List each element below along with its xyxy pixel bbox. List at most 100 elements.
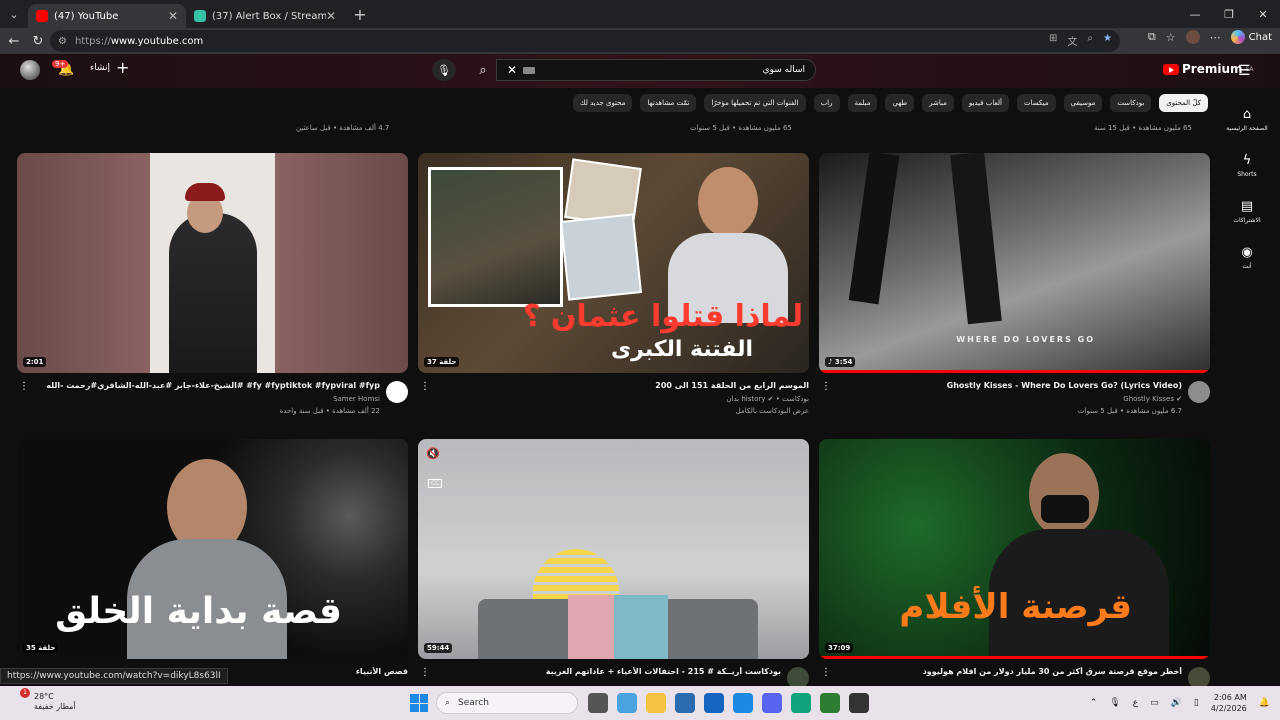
tab-search-icon[interactable]: ⌄: [0, 0, 28, 28]
chip-recently-uploaded[interactable]: الفنوات التي تم تحميلها مؤخرًا: [704, 94, 806, 112]
app-icon[interactable]: [820, 693, 840, 713]
weather-widget[interactable]: 28°C أمطار خفيفة: [34, 692, 76, 712]
video-card[interactable]: قرصنة الأفلام 37:09 ⋮ أخطر موقع قرصنة سر…: [819, 439, 1210, 686]
widgets-icon[interactable]: [617, 693, 637, 713]
sidebar-item-you[interactable]: ◉ أنت: [1222, 234, 1272, 280]
chip-all[interactable]: كلّ المحتوى: [1159, 94, 1208, 112]
profile-icon[interactable]: [1185, 30, 1200, 44]
outlook-icon[interactable]: [704, 693, 724, 713]
video-thumbnail[interactable]: 2:01: [17, 153, 408, 373]
more-actions-icon[interactable]: ⋮: [420, 667, 430, 678]
channel-avatar[interactable]: [1188, 667, 1210, 686]
chip-rap[interactable]: راب: [813, 94, 840, 112]
favorites-icon[interactable]: ☆: [1166, 31, 1176, 44]
video-title[interactable]: الموسم الرابع من الحلقة 151 الى 200: [469, 381, 809, 390]
video-title[interactable]: الشيخ-علاء-جابر #عبد-الله-الشافري#رحمت -…: [40, 381, 380, 390]
volume-icon[interactable]: 🔊: [1171, 698, 1182, 708]
task-view-icon[interactable]: [588, 693, 608, 713]
edge-icon[interactable]: [791, 693, 811, 713]
more-actions-icon[interactable]: ⋮: [821, 667, 831, 678]
reload-icon[interactable]: ↻: [26, 29, 50, 53]
video-preview[interactable]: 🔇 CC 59:44: [418, 439, 809, 659]
chip-7[interactable]: مبلمة: [847, 94, 878, 112]
muted-icon[interactable]: 🔇: [426, 447, 440, 460]
more-actions-icon[interactable]: ⋮: [19, 381, 29, 392]
close-tab-icon[interactable]: ✕: [326, 9, 336, 23]
close-window-icon[interactable]: ✕: [1246, 0, 1280, 28]
restore-icon[interactable]: ❐: [1212, 0, 1246, 28]
sidebar-item-home[interactable]: ⌂ الصفحة الرئيسية: [1222, 96, 1272, 142]
voice-search-mic-icon[interactable]: 🎙: [432, 59, 456, 81]
channel-avatar[interactable]: [1188, 381, 1210, 403]
video-title[interactable]: بودكاست أريــكة # 215 - احتفالات الأعياء…: [441, 667, 781, 676]
playlist-thumbnail[interactable]: قصة بداية الخلق 35 حلقة: [17, 439, 408, 659]
close-tab-icon[interactable]: ✕: [168, 9, 178, 23]
bookmark-star-icon[interactable]: ★: [1103, 33, 1112, 48]
install-app-icon[interactable]: ⊞: [1049, 33, 1057, 48]
account-avatar[interactable]: [20, 60, 40, 80]
chip-podcasts[interactable]: بودكاست: [1110, 94, 1152, 112]
video-card[interactable]: WHERE DO LOVERS GO ♪ 3:54 ⋮ Ghostly Kiss…: [819, 153, 1210, 417]
thumbnail-overlay-text: قصة بداية الخلق: [55, 591, 342, 632]
channel-avatar[interactable]: [386, 381, 408, 403]
channel-name[interactable]: بدان history ✔ • بودكاست: [726, 395, 809, 403]
video-title[interactable]: Ghostly Kisses - Where Do Lovers Go? (Ly…: [842, 381, 1182, 390]
taskbar-search[interactable]: ⌕ Search: [436, 692, 578, 714]
store-icon[interactable]: [675, 693, 695, 713]
url-field[interactable]: ⚙ https:// www.youtube.com ⊞ 文 ⌕ ★: [50, 30, 1120, 52]
show-hidden-icons[interactable]: ⌃: [1090, 698, 1098, 708]
language-indicator[interactable]: ع: [1133, 698, 1138, 708]
video-card[interactable]: لماذا قتلوا عثمان ؟ الفتنة الكبرى 37 حلق…: [418, 153, 809, 417]
app-icon[interactable]: [849, 693, 869, 713]
translate-icon[interactable]: 文: [1067, 33, 1077, 48]
microphone-icon[interactable]: 🎙: [1109, 698, 1120, 708]
copilot-chat-button[interactable]: Chat: [1230, 30, 1272, 44]
chip-watched[interactable]: تمّت مشاهدتها: [640, 94, 697, 112]
chip-cooking[interactable]: طهي: [885, 94, 915, 112]
video-card[interactable]: 2:01 ⋮ الشيخ-علاء-جابر #عبد-الله-الشافري…: [17, 153, 408, 417]
view-full-podcast-link[interactable]: عرض البودكاست بالكامل: [736, 407, 809, 415]
captions-icon[interactable]: CC: [428, 479, 443, 488]
create-button[interactable]: إنشاء +: [90, 60, 129, 76]
sidebar-item-shorts[interactable]: ϟ Shorts: [1222, 142, 1272, 188]
guide-menu-icon[interactable]: ☰: [1238, 63, 1251, 79]
chip-music[interactable]: موسيقى: [1063, 94, 1103, 112]
site-info-icon[interactable]: ⚙: [58, 36, 67, 47]
clear-search-icon[interactable]: ✕: [507, 63, 517, 77]
search-input[interactable]: ✕ اساله سوي: [496, 59, 816, 81]
new-tab-button[interactable]: +: [348, 2, 372, 26]
clock[interactable]: 2:06 AM 4/2/2026: [1211, 692, 1247, 714]
back-icon[interactable]: ←: [2, 29, 26, 53]
search-icon[interactable]: ⌕: [470, 59, 496, 81]
tab-streamlabs[interactable]: (37) Alert Box / Streamlabs ✕: [186, 4, 344, 28]
notifications-icon[interactable]: 🔔: [1259, 698, 1270, 708]
chip-live[interactable]: مباشر: [922, 94, 954, 112]
video-thumbnail[interactable]: قرصنة الأفلام 37:09: [819, 439, 1210, 659]
more-actions-icon[interactable]: ⋮: [420, 381, 430, 392]
chip-new-to-you[interactable]: محتوى جديد لك: [572, 94, 633, 112]
extensions-icon[interactable]: ⧉: [1148, 30, 1156, 44]
channel-avatar[interactable]: [787, 667, 809, 686]
podcast-playlist-thumbnail[interactable]: لماذا قتلوا عثمان ؟ الفتنة الكبرى 37 حلق…: [418, 153, 809, 373]
sidebar-item-subscriptions[interactable]: ▤ الاشتراكات: [1222, 188, 1272, 234]
app-icon[interactable]: [733, 693, 753, 713]
video-thumbnail[interactable]: WHERE DO LOVERS GO ♪ 3:54: [819, 153, 1210, 373]
channel-name[interactable]: Ghostly Kisses ✔: [1123, 395, 1182, 403]
file-explorer-icon[interactable]: [646, 693, 666, 713]
minimize-icon[interactable]: —: [1178, 0, 1212, 28]
chip-mixes[interactable]: ميكسات: [1016, 94, 1056, 112]
more-actions-icon[interactable]: ⋮: [821, 381, 831, 392]
chip-gaming[interactable]: ألعاب فيديو: [961, 94, 1009, 112]
channel-name[interactable]: Samer Homsi: [333, 395, 380, 403]
tab-youtube[interactable]: (47) YouTube ✕: [28, 4, 186, 28]
zoom-icon[interactable]: ⌕: [1087, 33, 1093, 48]
video-card[interactable]: قصة بداية الخلق 35 حلقة قصص الأنبياء: [17, 439, 408, 686]
video-card-hovered[interactable]: 🔇 CC 59:44 ⋮ بودكاست أريــكة # 215 - احت…: [418, 439, 809, 686]
start-menu-icon[interactable]: [410, 694, 428, 712]
more-menu-icon[interactable]: ⋯: [1210, 31, 1221, 44]
discord-icon[interactable]: [762, 693, 782, 713]
network-icon[interactable]: ▭: [1150, 698, 1159, 708]
video-title[interactable]: أخطر موقع قرصنة سرق أكثر من 30 مليار دول…: [842, 667, 1182, 676]
battery-icon[interactable]: ▯: [1194, 698, 1199, 708]
keyboard-icon[interactable]: [523, 66, 536, 74]
